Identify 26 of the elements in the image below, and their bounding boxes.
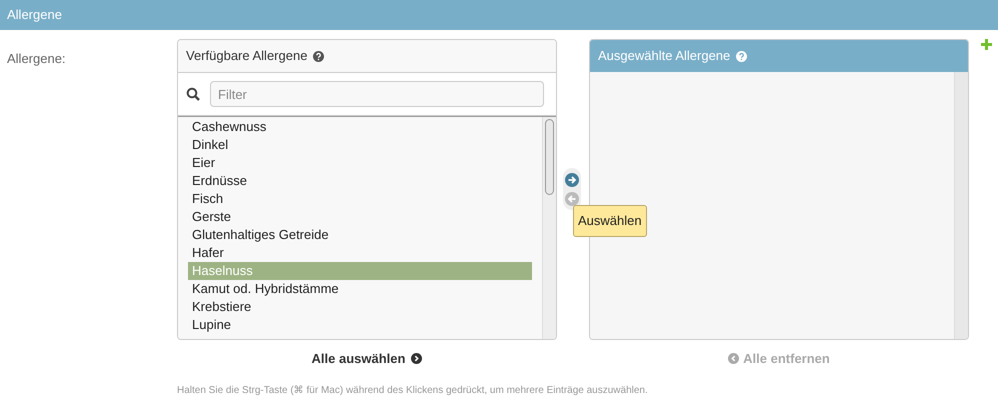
list-option[interactable]: Erdnüsse [188,172,532,190]
list-option[interactable]: Glutenhaltiges Getreide [188,226,532,244]
help-icon [313,50,324,62]
scrollbar[interactable] [542,117,556,339]
list-option[interactable]: Cashewnuss [188,118,532,136]
list-option[interactable]: Fisch [188,190,532,208]
list-option[interactable]: Hafer [188,244,532,262]
list-option[interactable]: Krebstiere [188,298,532,316]
panel-title: Ausgewählte Allergene [598,47,730,66]
help-text: Halten Sie die Strg-Taste (⌘ für Mac) während des Klickens gedrückt, um mehrere Einträge auszuwählen. [177,384,649,398]
help-icon [736,50,748,62]
list-option[interactable]: Dinkel [188,136,532,154]
list-option[interactable]: Eier [188,154,532,172]
list-option[interactable]: Gerste [188,208,532,226]
field-label: Allergene: [7,51,66,66]
search-icon [186,87,200,101]
section-title: Allergene [7,6,62,24]
filter-field[interactable]: Filter [210,81,544,107]
scrollbar[interactable] [954,72,968,339]
panel-title: Verfügbare Allergene [186,47,308,66]
tooltip: Auswählen [573,205,647,236]
list-option[interactable]: Lupine [188,316,532,334]
list-option[interactable]: Kamut od. Hybridstämme [188,280,532,298]
choose-all-link[interactable]: Alle auswählen [312,349,422,368]
add-icon[interactable] [981,39,992,50]
right-arrow-icon[interactable] [565,172,579,186]
